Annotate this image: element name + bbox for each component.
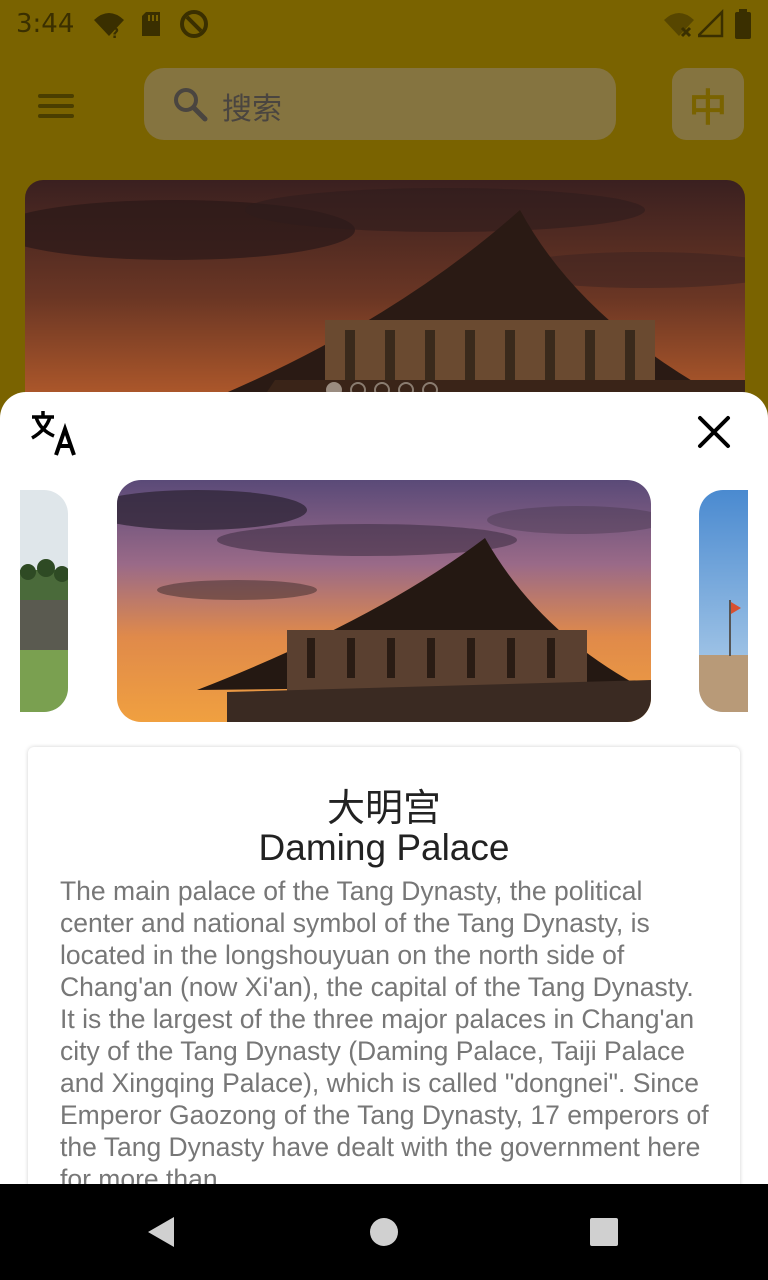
navigation-bar xyxy=(0,1184,768,1280)
menu-icon-line xyxy=(38,114,74,118)
search-bar[interactable]: 搜索 xyxy=(144,68,616,140)
status-time: 3:44 xyxy=(16,9,75,39)
wifi-off-icon xyxy=(664,13,694,38)
carousel-item-current[interactable] xyxy=(117,480,651,722)
daming-palace-photo xyxy=(117,480,651,722)
recents-icon[interactable] xyxy=(589,1217,619,1247)
menu-icon xyxy=(38,94,74,98)
status-bar: 3:44 ? xyxy=(0,0,768,48)
menu-button[interactable] xyxy=(30,86,82,126)
translate-icon[interactable] xyxy=(28,408,80,458)
sd-card-icon xyxy=(142,12,160,36)
back-icon[interactable] xyxy=(146,1216,176,1248)
search-icon xyxy=(174,88,208,122)
language-label: 中 xyxy=(688,85,727,130)
home-icon[interactable] xyxy=(369,1217,399,1247)
title-english: Daming Palace xyxy=(258,827,510,868)
menu-icon-line xyxy=(38,104,74,108)
detail-sheet: 大明宫 Daming Palace The main palace of the… xyxy=(0,392,768,1184)
battery-icon xyxy=(735,9,751,39)
description-text: The main palace of the Tang Dynasty, the… xyxy=(60,876,709,1184)
city-wall-photo xyxy=(699,490,748,712)
title-chinese: 大明宫 xyxy=(326,786,441,830)
screen: 3:44 ? 搜索 中 大明宫 Daming Palace The main p… xyxy=(0,0,768,1280)
search-placeholder: 搜索 xyxy=(222,92,282,127)
carousel-item-previous[interactable] xyxy=(20,490,68,712)
sync-icon xyxy=(180,10,208,38)
svg-text:?: ? xyxy=(111,26,119,40)
app-bar: 搜索 中 xyxy=(0,48,768,166)
carousel-item-next[interactable] xyxy=(699,490,748,712)
signal-icon xyxy=(698,8,724,38)
park-photo xyxy=(20,490,68,712)
info-card: 大明宫 Daming Palace The main palace of the… xyxy=(28,747,740,1184)
language-button[interactable]: 中 xyxy=(672,68,744,140)
close-icon[interactable] xyxy=(692,410,736,454)
wifi-question-icon: ? xyxy=(94,13,124,40)
